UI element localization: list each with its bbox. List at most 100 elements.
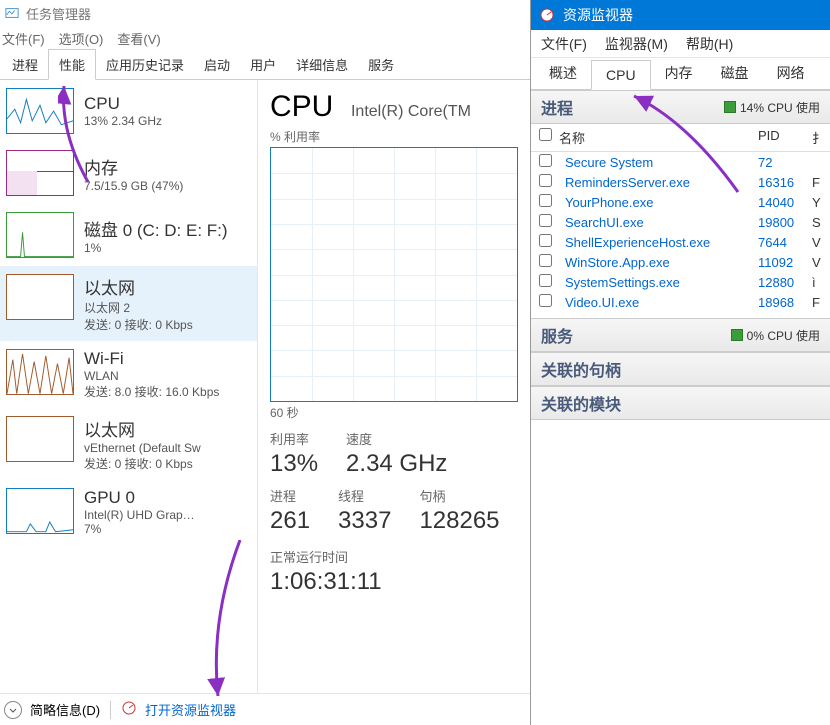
row-checkbox[interactable] <box>539 214 552 227</box>
row-checkbox[interactable] <box>539 274 552 287</box>
section-modules[interactable]: 关联的模块 <box>531 386 830 420</box>
table-row[interactable]: ShellExperienceHost.exe7644V <box>531 232 830 252</box>
process-name: WinStore.App.exe <box>565 255 758 270</box>
row-checkbox[interactable] <box>539 234 552 247</box>
table-row[interactable]: SystemSettings.exe12880ì <box>531 272 830 292</box>
process-name: Video.UI.exe <box>565 295 758 310</box>
rm-tabbar: 概述 CPU 内存 磁盘 网络 <box>531 58 830 90</box>
row-checkbox[interactable] <box>539 194 552 207</box>
process-name: YourPhone.exe <box>565 195 758 210</box>
resource-monitor-icon <box>121 700 137 719</box>
process-name: SystemSettings.exe <box>565 275 758 290</box>
process-name: SearchUI.exe <box>565 215 758 230</box>
rm-menubar: 文件(F) 监视器(M) 帮助(H) <box>531 30 830 58</box>
section-handles[interactable]: 关联的句柄 <box>531 352 830 386</box>
process-table-header: 名称 PID 扌 <box>531 124 830 152</box>
table-row[interactable]: RemindersServer.exe16316F <box>531 172 830 192</box>
tab-startup[interactable]: 启动 <box>194 50 240 79</box>
table-row[interactable]: YourPhone.exe14040Y <box>531 192 830 212</box>
sidebar-item-ethernet[interactable]: 以太网 以太网 2 发送: 0 接收: 0 Kbps <box>0 266 257 341</box>
process-pid: 11092 <box>758 255 812 270</box>
process-pid: 18968 <box>758 295 812 310</box>
open-resource-monitor-link[interactable]: 打开资源监视器 <box>145 700 236 719</box>
rm-titlebar: 资源监视器 <box>531 0 830 30</box>
sidebar-mem-title: 内存 <box>84 154 251 179</box>
table-row[interactable]: Video.UI.exe18968F <box>531 292 830 312</box>
menu-options[interactable]: 选项(O) <box>59 29 104 48</box>
rm-tab-overview[interactable]: 概述 <box>535 57 591 89</box>
process-pid: 14040 <box>758 195 812 210</box>
rm-tab-memory[interactable]: 内存 <box>651 57 707 89</box>
menu-file[interactable]: 文件(F) <box>2 29 45 48</box>
sidebar: CPU 13% 2.34 GHz 内存 7.5/15.9 GB (47%) <box>0 80 258 693</box>
process-table-body: Secure System72RemindersServer.exe16316F… <box>531 152 830 312</box>
process-pid: 16316 <box>758 175 812 190</box>
row-checkbox[interactable] <box>539 154 552 167</box>
process-pid: 7644 <box>758 235 812 250</box>
sidebar-item-cpu[interactable]: CPU 13% 2.34 GHz <box>0 80 257 142</box>
col-name[interactable]: 名称 <box>559 128 758 147</box>
tab-processes[interactable]: 进程 <box>2 50 48 79</box>
detail-heading: CPU <box>270 90 333 124</box>
stat-speed: 2.34 GHz <box>346 450 447 478</box>
select-all-checkbox[interactable] <box>539 128 552 141</box>
chart-y-label: % 利用率 <box>270 128 530 145</box>
sidebar-cpu-sub: 13% 2.34 GHz <box>84 114 251 128</box>
process-pid: 72 <box>758 155 812 170</box>
tab-services[interactable]: 服务 <box>358 50 404 79</box>
task-manager-icon <box>4 5 20 21</box>
sidebar-item-memory[interactable]: 内存 7.5/15.9 GB (47%) <box>0 142 257 204</box>
resource-monitor-icon <box>539 7 555 23</box>
rm-menu-help[interactable]: 帮助(H) <box>686 34 733 54</box>
chevron-down-icon[interactable] <box>4 701 22 719</box>
menubar: 文件(F) 选项(O) 查看(V) <box>0 26 530 50</box>
row-checkbox[interactable] <box>539 254 552 267</box>
brief-info[interactable]: 简略信息(D) <box>30 700 100 719</box>
process-name: Secure System <box>565 155 758 170</box>
titlebar: 任务管理器 <box>0 0 530 26</box>
table-row[interactable]: Secure System72 <box>531 152 830 172</box>
table-row[interactable]: SearchUI.exe19800S <box>531 212 830 232</box>
process-pid: 19800 <box>758 215 812 230</box>
section-processes[interactable]: 进程 14% CPU 使用 <box>531 90 830 124</box>
rm-menu-file[interactable]: 文件(F) <box>541 34 587 54</box>
rm-menu-monitor[interactable]: 监视器(M) <box>605 34 668 54</box>
section-services[interactable]: 服务 0% CPU 使用 <box>531 318 830 352</box>
table-row[interactable]: WinStore.App.exe11092V <box>531 252 830 272</box>
stat-utilization: 13% <box>270 450 318 478</box>
tab-users[interactable]: 用户 <box>240 50 286 79</box>
task-manager-window: 任务管理器 文件(F) 选项(O) 查看(V) 进程 性能 应用历史记录 启动 … <box>0 0 530 725</box>
resource-monitor-window: 资源监视器 文件(F) 监视器(M) 帮助(H) 概述 CPU 内存 磁盘 网络… <box>530 0 830 725</box>
rm-tab-network[interactable]: 网络 <box>763 57 819 89</box>
chart-x-label: 60 秒 <box>270 404 530 421</box>
stat-processes: 261 <box>270 507 310 535</box>
detail-pane: CPU Intel(R) Core(TM % 利用率 60 秒 利用率 13% … <box>258 80 530 693</box>
col-pid[interactable]: PID <box>758 128 812 147</box>
cpu-model: Intel(R) Core(TM <box>351 103 471 120</box>
tab-app-history[interactable]: 应用历史记录 <box>96 50 194 79</box>
row-checkbox[interactable] <box>539 294 552 307</box>
process-pid: 12880 <box>758 275 812 290</box>
rm-tab-cpu[interactable]: CPU <box>591 60 651 90</box>
sidebar-item-vethernet[interactable]: 以太网 vEthernet (Default Sw 发送: 0 接收: 0 Kb… <box>0 408 257 480</box>
process-name: RemindersServer.exe <box>565 175 758 190</box>
sidebar-item-gpu[interactable]: GPU 0 Intel(R) UHD Grap… 7% <box>0 480 257 544</box>
sidebar-item-disk[interactable]: 磁盘 0 (C: D: E: F:) 1% <box>0 204 257 266</box>
cpu-chart <box>270 147 518 402</box>
cpu-usage-badge: 14% CPU 使用 <box>724 99 820 116</box>
rm-tab-disk[interactable]: 磁盘 <box>707 57 763 89</box>
menu-view[interactable]: 查看(V) <box>117 29 160 48</box>
stat-threads: 3337 <box>338 507 391 535</box>
sidebar-item-wifi[interactable]: Wi-Fi WLAN 发送: 8.0 接收: 16.0 Kbps <box>0 341 257 408</box>
sidebar-cpu-title: CPU <box>84 94 251 114</box>
tab-bar: 进程 性能 应用历史记录 启动 用户 详细信息 服务 <box>0 50 530 80</box>
stat-uptime: 1:06:31:11 <box>270 568 530 596</box>
tab-details[interactable]: 详细信息 <box>286 50 358 79</box>
row-checkbox[interactable] <box>539 174 552 187</box>
process-name: ShellExperienceHost.exe <box>565 235 758 250</box>
rm-title-text: 资源监视器 <box>563 5 633 25</box>
title-text: 任务管理器 <box>26 4 91 23</box>
tab-performance[interactable]: 性能 <box>48 49 96 80</box>
stat-handles: 128265 <box>419 507 499 535</box>
footer: 简略信息(D) 打开资源监视器 <box>0 693 530 725</box>
